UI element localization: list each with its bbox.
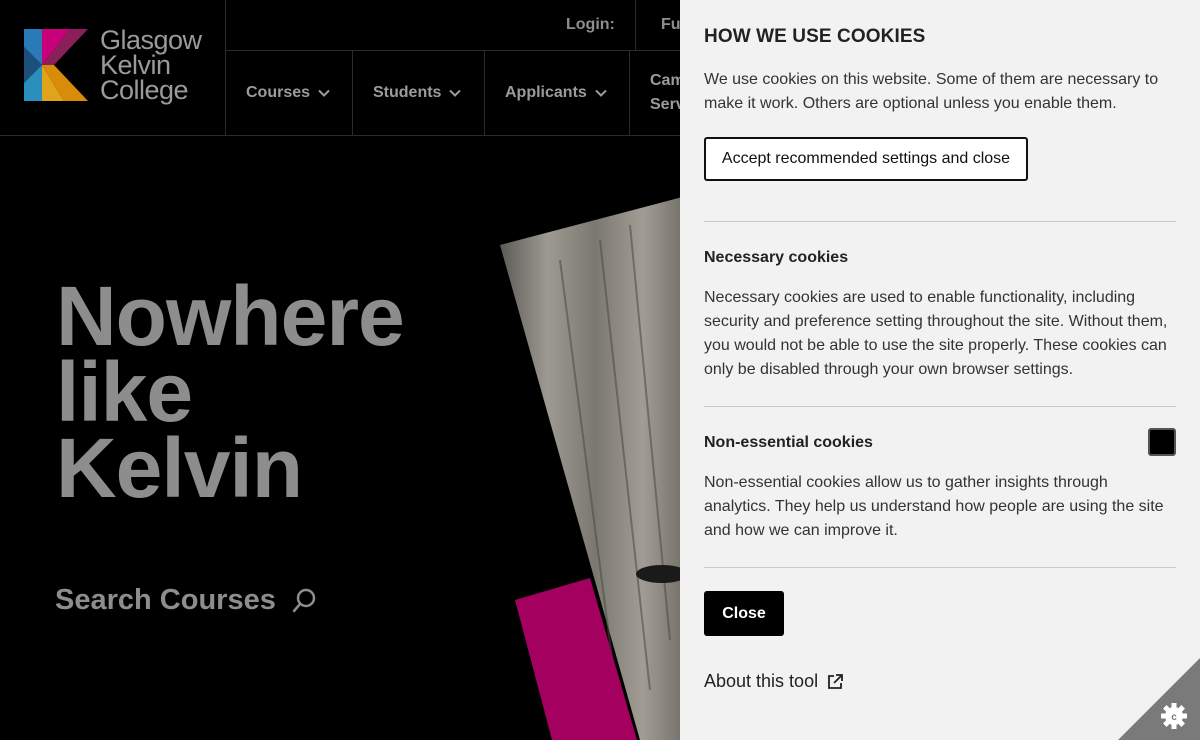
about-this-tool-label: About this tool (704, 671, 819, 691)
hero-heading-line: Kelvin (56, 421, 303, 515)
nav-item-students[interactable]: Students (353, 51, 485, 135)
nav-item-label: Courses (246, 84, 311, 101)
section-divider (704, 567, 1176, 568)
about-this-tool-link[interactable]: About this tool (704, 671, 844, 692)
svg-text:c: c (1171, 712, 1177, 723)
cookie-panel-intro: We use cookies on this website. Some of … (704, 71, 1159, 112)
topbar-divider (635, 0, 636, 51)
nav-item-applicants[interactable]: Applicants (485, 51, 630, 135)
accept-recommended-button[interactable]: Accept recommended settings and close (704, 137, 1028, 181)
search-courses-label: Search Courses (55, 584, 276, 616)
college-logo-text: Glasgow Kelvin College (100, 27, 202, 105)
section-divider (704, 406, 1176, 407)
section-divider (704, 221, 1176, 222)
topbar-link[interactable]: Fu (661, 16, 681, 34)
cookie-settings-gear-icon[interactable]: c (1118, 658, 1200, 740)
chevron-down-icon (318, 89, 330, 97)
non-essential-cookies-description: Non-essential cookies allow us to gather… (704, 474, 1164, 539)
cookie-panel-title: HOW WE USE COOKIES (704, 26, 926, 47)
necessary-cookies-title: Necessary cookies (704, 249, 849, 266)
necessary-cookies-description: Necessary cookies are used to enable fun… (704, 289, 1168, 378)
cookie-consent-panel: HOW WE USE COOKIES We use cookies on thi… (680, 0, 1200, 740)
close-button[interactable]: Close (704, 591, 784, 636)
nav-item-label: Students (373, 84, 442, 101)
chevron-down-icon (449, 89, 462, 97)
chevron-down-icon (595, 89, 607, 97)
nav-item-label: Applicants (505, 84, 587, 101)
external-link-icon (828, 673, 843, 689)
college-logo-mark-icon (24, 29, 88, 101)
non-essential-cookies-title: Non-essential cookies (704, 434, 873, 451)
hero-heading-line: like (56, 345, 193, 439)
nav-item-courses[interactable]: Courses (226, 51, 353, 135)
hero-heading-line: Nowhere (56, 269, 405, 363)
logo-line: College (100, 75, 189, 105)
search-courses-link[interactable]: Search Courses (55, 584, 316, 617)
search-icon (292, 588, 316, 612)
login-label[interactable]: Login: (566, 16, 615, 34)
college-logo[interactable]: Glasgow Kelvin College (0, 0, 226, 135)
non-essential-cookies-toggle[interactable] (1148, 428, 1176, 456)
hero-heading: Nowhere like Kelvin (56, 269, 405, 515)
